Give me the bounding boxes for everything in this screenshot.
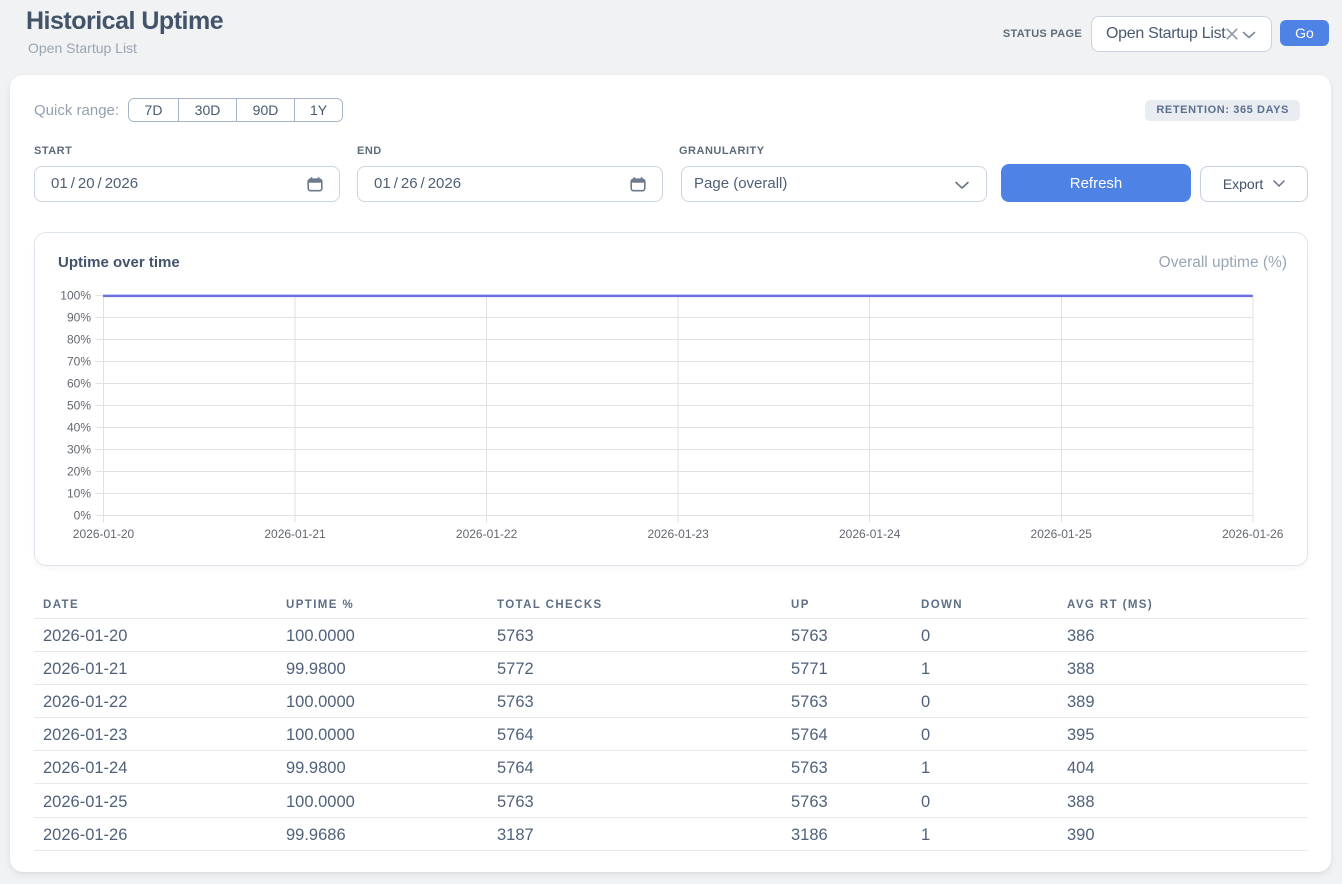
svg-text:10%: 10%	[67, 487, 91, 501]
svg-text:2026-01-22: 2026-01-22	[456, 527, 518, 541]
svg-text:2026-01-23: 2026-01-23	[647, 527, 709, 541]
svg-text:0%: 0%	[74, 509, 92, 523]
svg-text:2026-01-21: 2026-01-21	[264, 527, 326, 541]
svg-text:70%: 70%	[67, 355, 91, 369]
svg-text:90%: 90%	[67, 311, 91, 325]
svg-text:50%: 50%	[67, 399, 91, 413]
svg-text:2026-01-24: 2026-01-24	[839, 527, 901, 541]
svg-text:80%: 80%	[67, 333, 91, 347]
svg-text:2026-01-25: 2026-01-25	[1031, 527, 1093, 541]
svg-text:40%: 40%	[67, 421, 91, 435]
svg-text:20%: 20%	[67, 465, 91, 479]
svg-text:2026-01-20: 2026-01-20	[73, 527, 135, 541]
svg-text:60%: 60%	[67, 377, 91, 391]
svg-text:100%: 100%	[60, 289, 91, 303]
svg-text:2026-01-26: 2026-01-26	[1222, 527, 1284, 541]
svg-text:30%: 30%	[67, 443, 91, 457]
